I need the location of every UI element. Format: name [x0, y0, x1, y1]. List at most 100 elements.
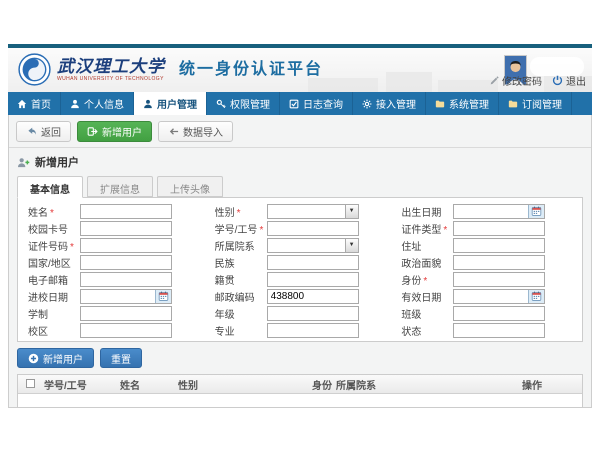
student-no-input[interactable] — [267, 221, 359, 236]
key-icon — [216, 99, 226, 109]
table-column-header[interactable]: 操作 — [522, 377, 582, 392]
back-arrow-icon — [26, 126, 37, 137]
table-column-header[interactable]: 学号/工号 — [44, 377, 120, 392]
calendar-icon[interactable] — [155, 290, 171, 303]
field-label-major: 专业 — [207, 323, 267, 338]
add-user-toolbar-label: 新增用户 — [102, 124, 142, 139]
folder-icon — [508, 99, 518, 109]
back-button[interactable]: 返回 — [16, 121, 71, 142]
field-department: 所属院系 ▼ — [207, 237, 394, 253]
skyline-decoration — [386, 72, 432, 92]
field-campus: 校区 — [20, 322, 207, 338]
grade-input[interactable] — [267, 306, 359, 321]
form-tabs: 基本信息扩展信息上传头像 — [9, 172, 591, 197]
platform-title: 统一身份认证平台 — [179, 55, 323, 85]
id-number-input[interactable] — [80, 238, 172, 253]
field-label-name: 姓名* — [20, 204, 80, 219]
toolbar: 返回 新增用户 数据导入 — [9, 115, 591, 148]
field-label-postal-code: 邮政编码 — [207, 289, 267, 304]
tab-basic-info[interactable]: 基本信息 — [17, 176, 83, 198]
department-selected-value — [268, 239, 345, 252]
field-label-native-place: 籍贯 — [207, 272, 267, 287]
pencil-icon — [489, 76, 499, 86]
page: 武汉理工大学 WUHAN UNIVERSITY OF TECHNOLOGY 统一… — [0, 0, 600, 450]
university-name: 武汉理工大学 — [57, 58, 165, 76]
gear-icon — [362, 99, 372, 109]
field-grade: 年级 — [207, 305, 394, 321]
nav-item-system[interactable]: 系统管理 — [426, 92, 499, 115]
nav-item-profile[interactable]: 个人信息 — [61, 92, 134, 115]
campus-card-no-input[interactable] — [80, 221, 172, 236]
field-label-id-number: 证件号码* — [20, 238, 80, 253]
address-input[interactable] — [453, 238, 545, 253]
field-label-birth-date: 出生日期 — [393, 204, 453, 219]
submit-add-user-button[interactable]: 新增用户 — [17, 348, 94, 368]
reset-button[interactable]: 重置 — [100, 348, 142, 368]
id-type-input[interactable] — [453, 221, 545, 236]
identity-input[interactable] — [453, 272, 545, 287]
field-label-department: 所属院系 — [207, 238, 267, 253]
ethnicity-input[interactable] — [267, 255, 359, 270]
nav-item-label: 系统管理 — [449, 96, 489, 111]
field-name: 姓名* — [20, 203, 207, 219]
content-area: 返回 新增用户 数据导入 — [8, 115, 592, 408]
tab-extended-info[interactable]: 扩展信息 — [87, 176, 153, 197]
entry-date-input[interactable] — [81, 290, 155, 303]
nav-item-logs[interactable]: 日志查询 — [280, 92, 353, 115]
country-region-input[interactable] — [80, 255, 172, 270]
field-valid-date: 有效日期 — [393, 288, 580, 304]
nav-item-subscription[interactable]: 订阅管理 — [499, 92, 572, 115]
birth-date-field — [453, 204, 545, 219]
chevron-down-icon[interactable]: ▼ — [345, 239, 358, 252]
field-schooling-length: 学制 — [20, 305, 207, 321]
university-name-en: WUHAN UNIVERSITY OF TECHNOLOGY — [57, 76, 165, 82]
plus-circle-icon — [28, 353, 39, 364]
department-select[interactable]: ▼ — [267, 238, 359, 253]
field-label-class: 班级 — [393, 306, 453, 321]
birth-date-input[interactable] — [454, 205, 528, 218]
change-password-link[interactable]: 修改密码 — [489, 73, 542, 88]
table-column-header[interactable]: 性别 — [178, 377, 312, 392]
political-status-input[interactable] — [453, 255, 545, 270]
logout-link[interactable]: 退出 — [552, 73, 586, 88]
class-input[interactable] — [453, 306, 545, 321]
schooling-length-input[interactable] — [80, 306, 172, 321]
valid-date-input[interactable] — [454, 290, 528, 303]
add-user-toolbar-button[interactable]: 新增用户 — [77, 121, 152, 142]
data-import-button[interactable]: 数据导入 — [158, 121, 233, 142]
field-student-no: 学号/工号* — [207, 220, 394, 236]
select-all-checkbox[interactable] — [26, 379, 35, 388]
major-input[interactable] — [267, 323, 359, 338]
postal-code-input[interactable] — [267, 289, 359, 304]
gender-select[interactable]: ▼ — [267, 204, 359, 219]
chevron-down-icon[interactable]: ▼ — [345, 205, 358, 218]
change-password-label: 修改密码 — [502, 73, 542, 88]
nav-item-permissions[interactable]: 权限管理 — [207, 92, 280, 115]
calendar-icon[interactable] — [528, 205, 544, 218]
section-title: 新增用户 — [35, 154, 79, 170]
entry-date-field — [80, 289, 172, 304]
table-header-checkbox-cell — [18, 379, 44, 390]
campus-input[interactable] — [80, 323, 172, 338]
field-ethnicity: 民族 — [207, 254, 394, 270]
field-label-grade: 年级 — [207, 306, 267, 321]
table-column-header[interactable]: 身份 — [312, 377, 336, 392]
native-place-input[interactable] — [267, 272, 359, 287]
required-marker: * — [50, 208, 54, 219]
email-input[interactable] — [80, 272, 172, 287]
field-label-campus-card-no: 校园卡号 — [20, 221, 80, 236]
nav-item-users[interactable]: 用户管理 — [134, 92, 207, 115]
nav-item-home[interactable]: 首页 — [8, 92, 61, 115]
users-table: 学号/工号姓名性别身份所属院系操作 — [17, 374, 583, 408]
university-logo — [18, 53, 51, 86]
status-input[interactable] — [453, 323, 545, 338]
nav-item-access[interactable]: 接入管理 — [353, 92, 426, 115]
new-user-form: 姓名*性别*▼出生日期校园卡号学号/工号*证件类型*证件号码*所属院系▼住址国家… — [20, 203, 580, 338]
person-icon — [143, 99, 153, 109]
tab-upload-avatar[interactable]: 上传头像 — [157, 176, 223, 197]
table-column-header[interactable]: 所属院系 — [336, 377, 522, 392]
calendar-icon[interactable] — [528, 290, 544, 303]
table-column-header[interactable]: 姓名 — [120, 377, 178, 392]
users-table-empty-body — [18, 394, 582, 407]
name-input[interactable] — [80, 204, 172, 219]
